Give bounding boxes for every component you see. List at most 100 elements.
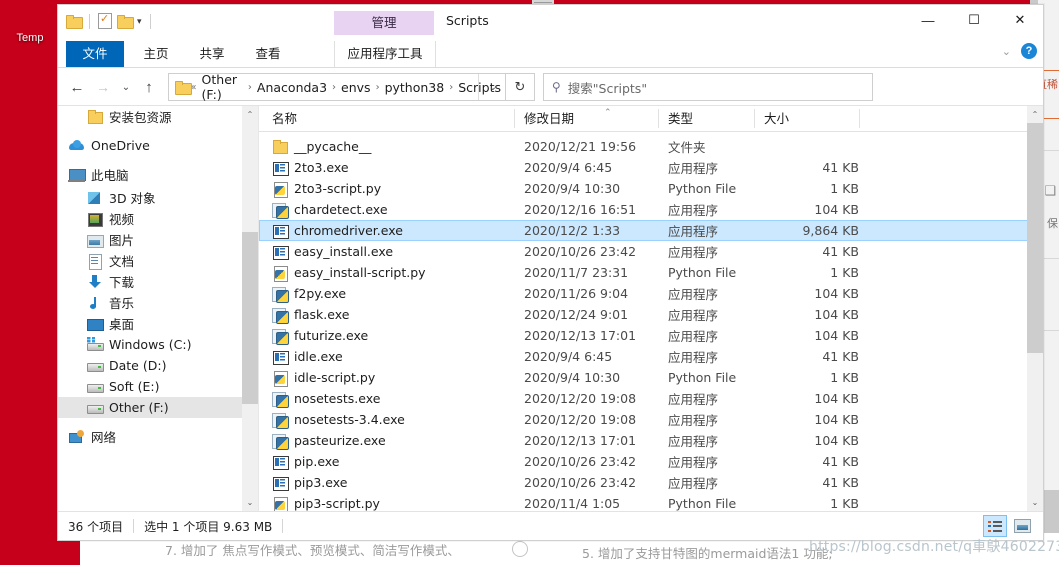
- sidebar-item-6[interactable]: 文档: [58, 250, 258, 271]
- table-row[interactable]: pip3-script.py 2020/11/4 1:05 Python File 1…: [259, 493, 1043, 511]
- column-header-type[interactable]: 类型: [668, 106, 693, 131]
- new-folder-icon[interactable]: [117, 15, 134, 29]
- table-row[interactable]: easy_install.exe 2020/10/26 23:42 应用程序 41 K…: [259, 241, 1043, 262]
- table-row[interactable]: easy_install-script.py 2020/11/7 23:31 Pyt…: [259, 262, 1043, 283]
- breadcrumb-segment-scripts[interactable]: Scripts: [454, 80, 505, 95]
- chevron-down-icon[interactable]: ⌄: [1002, 45, 1011, 58]
- breadcrumb-segment-envs[interactable]: envs: [337, 80, 375, 95]
- table-row[interactable]: pip3.exe 2020/10/26 23:42 应用程序 41 KB: [259, 472, 1043, 493]
- up-button[interactable]: ↑: [136, 74, 162, 100]
- breadcrumb-segment-anaconda3[interactable]: Anaconda3: [253, 80, 331, 95]
- scroll-up-arrow[interactable]: ⌃: [242, 106, 258, 123]
- column-header-size[interactable]: 大小: [764, 106, 789, 131]
- help-icon[interactable]: ?: [1021, 43, 1037, 59]
- file-name-label: idle.exe: [294, 349, 343, 364]
- close-button[interactable]: ✕: [997, 5, 1043, 35]
- file-name-cell: chardetect.exe: [272, 202, 388, 219]
- maximize-button[interactable]: ☐: [951, 5, 997, 35]
- file-name-label: pip3.exe: [294, 475, 348, 490]
- scrollbar-thumb[interactable]: [242, 232, 258, 404]
- sidebar-item-2[interactable]: 此电脑: [58, 164, 258, 185]
- recent-locations-button[interactable]: ⌄: [116, 74, 136, 100]
- table-row[interactable]: idle-script.py 2020/9/4 10:30 Python File 1…: [259, 367, 1043, 388]
- search-input[interactable]: 搜索"Scripts": [568, 78, 647, 97]
- sidebar-item-12[interactable]: Soft (E:): [58, 376, 258, 397]
- contextual-tab-manage[interactable]: 管理: [334, 11, 434, 35]
- file-name-cell: pip.exe: [272, 454, 340, 470]
- scrollbar-thumb[interactable]: [1027, 123, 1043, 353]
- background-anchor-icon: [512, 541, 528, 557]
- file-size-cell: 1 KB: [830, 181, 859, 196]
- tab-share[interactable]: 共享: [186, 41, 238, 67]
- file-date-cell: 2020/12/16 16:51: [524, 202, 637, 217]
- quick-access-toolbar: ▾: [66, 12, 154, 29]
- table-row[interactable]: chardetect.exe 2020/12/16 16:51 应用程序 104 KB: [259, 199, 1043, 220]
- sidebar-item-8[interactable]: 音乐: [58, 292, 258, 313]
- customize-dropdown-icon[interactable]: ▾: [137, 16, 142, 27]
- table-row[interactable]: nosetests-3.4.exe 2020/12/20 19:08 应用程序 104…: [259, 409, 1043, 430]
- details-view-button[interactable]: [983, 515, 1007, 537]
- table-row[interactable]: pip.exe 2020/10/26 23:42 应用程序 41 KB: [259, 451, 1043, 472]
- refresh-button[interactable]: ↻: [506, 73, 535, 101]
- table-row[interactable]: __pycache__ 2020/12/21 19:56 文件夹: [259, 136, 1043, 157]
- sidebar-item-11[interactable]: Date (D:): [58, 355, 258, 376]
- file-name-cell: f2py.exe: [272, 286, 346, 303]
- file-rows: __pycache__ 2020/12/21 19:56 文件夹 2to3.exe 20…: [259, 136, 1043, 511]
- properties-icon[interactable]: [98, 12, 112, 29]
- column-header-date[interactable]: 修改日期: [524, 106, 574, 131]
- forward-button[interactable]: →: [90, 74, 116, 100]
- tab-home[interactable]: 主页: [130, 41, 182, 67]
- watermark-url: https://blog.csdn.net/q車鴃46022736: [809, 539, 1059, 555]
- sidebar-item-3[interactable]: 3D 对象: [58, 187, 258, 208]
- address-bar[interactable]: « Other (F:) › Anaconda3 › envs › python…: [168, 72, 506, 102]
- sidebar-item-0[interactable]: 安装包资源: [58, 106, 258, 127]
- breadcrumb-segment-python38[interactable]: python38: [381, 80, 449, 95]
- scroll-down-arrow[interactable]: ⌄: [1027, 494, 1043, 511]
- navigation-scrollbar[interactable]: ⌃ ⌄: [242, 106, 258, 511]
- search-box[interactable]: ⚲ 搜索"Scripts": [543, 73, 873, 101]
- tab-file[interactable]: 文件: [66, 41, 124, 67]
- folder-icon[interactable]: [66, 15, 83, 29]
- file-type-cell: 应用程序: [668, 455, 719, 470]
- sidebar-item-9[interactable]: 桌面: [58, 313, 258, 334]
- table-row[interactable]: f2py.exe 2020/11/26 9:04 应用程序 104 KB: [259, 283, 1043, 304]
- table-row[interactable]: pasteurize.exe 2020/12/13 17:01 应用程序 104 KB: [259, 430, 1043, 451]
- file-size-cell: 104 KB: [814, 412, 859, 427]
- table-row[interactable]: chromedriver.exe 2020/12/2 1:33 应用程序 9,864 …: [259, 220, 1043, 241]
- breadcrumb-segment-other-f[interactable]: Other (F:): [198, 72, 247, 102]
- sidebar-item-14[interactable]: 网络: [58, 426, 258, 447]
- cloud-icon: [68, 138, 85, 154]
- sidebar-item-7[interactable]: 下载: [58, 271, 258, 292]
- tab-view[interactable]: 查看: [242, 41, 294, 67]
- sidebar-item-5[interactable]: 图片: [58, 229, 258, 250]
- file-name-cell: nosetests.exe: [272, 391, 380, 408]
- table-row[interactable]: 2to3.exe 2020/9/4 6:45 应用程序 41 KB: [259, 157, 1043, 178]
- table-row[interactable]: flask.exe 2020/12/24 9:01 应用程序 104 KB: [259, 304, 1043, 325]
- file-name-cell: idle-script.py: [272, 370, 375, 387]
- table-row[interactable]: futurize.exe 2020/12/13 17:01 应用程序 104 KB: [259, 325, 1043, 346]
- file-list-scrollbar[interactable]: ⌃ ⌄: [1027, 106, 1043, 511]
- table-row[interactable]: nosetests.exe 2020/12/20 19:08 应用程序 104 KB: [259, 388, 1043, 409]
- exe-icon: [272, 454, 289, 470]
- file-type-cell: Python File: [668, 181, 737, 196]
- table-row[interactable]: 2to3-script.py 2020/9/4 10:30 Python File 1…: [259, 178, 1043, 199]
- column-header-name[interactable]: 名称: [272, 106, 297, 131]
- file-type-cell: 应用程序: [668, 287, 719, 302]
- large-icons-view-button[interactable]: [1011, 516, 1033, 536]
- scroll-up-arrow[interactable]: ⌃: [1027, 106, 1043, 123]
- sidebar-item-10[interactable]: Windows (C:): [58, 334, 258, 355]
- file-size-cell: 9,864 KB: [802, 223, 859, 238]
- back-button[interactable]: ←: [64, 74, 90, 100]
- minimize-button[interactable]: —: [905, 5, 951, 35]
- file-type-cell: 文件夹: [668, 140, 706, 155]
- scroll-down-arrow[interactable]: ⌄: [242, 494, 258, 511]
- python-exe-icon: [272, 328, 289, 345]
- sidebar-item-4[interactable]: 视频: [58, 208, 258, 229]
- drive-icon: [86, 358, 104, 374]
- sidebar-item-label: OneDrive: [91, 138, 150, 153]
- sidebar-item-1[interactable]: OneDrive: [58, 135, 258, 156]
- sidebar-item-13[interactable]: Other (F:): [58, 397, 258, 418]
- tab-app-tools[interactable]: 应用程序工具: [334, 41, 436, 67]
- table-row[interactable]: idle.exe 2020/9/4 6:45 应用程序 41 KB: [259, 346, 1043, 367]
- chevron-down-icon[interactable]: ⌄: [489, 82, 497, 93]
